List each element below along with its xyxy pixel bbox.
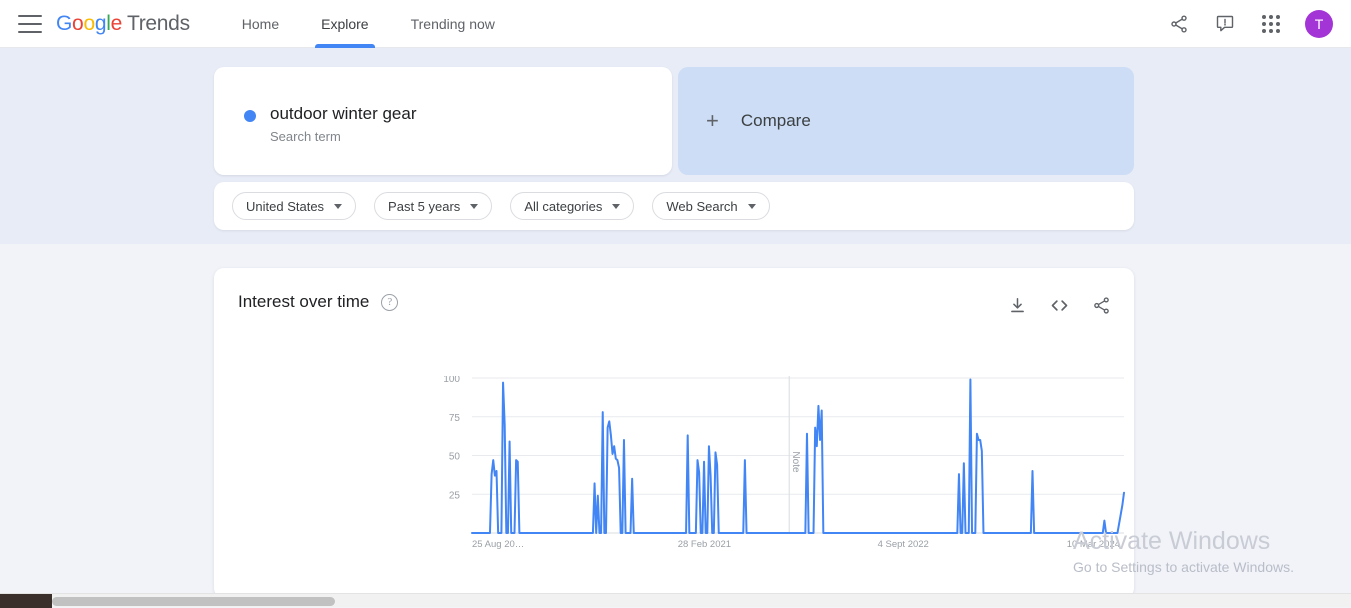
topbar-actions: T <box>1167 10 1351 38</box>
chevron-down-icon <box>612 204 620 209</box>
horizontal-scrollbar[interactable] <box>0 593 1351 607</box>
filter-location-label: United States <box>246 199 324 214</box>
interest-over-time-card: Interest over time ? 100 75 50 25 Note 25 Aug… <box>214 268 1134 598</box>
search-term-card[interactable]: outdoor winter gear Search term <box>214 67 672 175</box>
download-icon[interactable] <box>1006 294 1028 316</box>
filter-search-type-label: Web Search <box>666 199 737 214</box>
avatar-initial: T <box>1315 16 1324 32</box>
x-axis-tick-label: 28 Feb 2021 <box>678 539 731 550</box>
y-axis-tick-label: 50 <box>449 452 461 463</box>
plus-icon: + <box>706 110 719 132</box>
logo-letter-o1: o <box>72 12 83 36</box>
nav-item-trending-now-label: Trending now <box>411 16 495 32</box>
nav-item-explore[interactable]: Explore <box>311 0 378 48</box>
x-axis-tick-label: 25 Aug 20… <box>472 539 524 550</box>
filter-search-type[interactable]: Web Search <box>652 192 769 220</box>
scrollbar-thumb[interactable] <box>52 597 335 606</box>
logo-letter-o2: o <box>83 12 94 36</box>
filter-category-label: All categories <box>524 199 602 214</box>
search-term-content: outdoor winter gear Search term <box>244 103 416 144</box>
chevron-down-icon <box>334 204 342 209</box>
nav-item-trending-now[interactable]: Trending now <box>401 0 505 48</box>
logo-letter-g1: G <box>56 12 72 36</box>
interest-over-time-line-chart[interactable]: 100 75 50 25 Note 25 Aug 20… 28 Feb 2021 4 Sept… <box>214 376 1134 561</box>
filter-location[interactable]: United States <box>232 192 356 220</box>
nav-item-explore-label: Explore <box>321 16 368 32</box>
y-axis-tick-label: 25 <box>449 490 461 501</box>
search-term-type: Search term <box>270 129 416 144</box>
google-trends-logo[interactable]: Google Trends <box>56 12 190 36</box>
y-axis-tick-label: 75 <box>449 413 461 424</box>
filter-category[interactable]: All categories <box>510 192 634 220</box>
logo-letter-e: e <box>111 12 122 36</box>
chevron-down-icon <box>470 204 478 209</box>
logo-trends-word: Trends <box>127 12 190 36</box>
nav-item-home[interactable]: Home <box>232 0 289 48</box>
search-term-text: outdoor winter gear <box>270 103 416 125</box>
chart-actions <box>1006 294 1112 316</box>
chart-plot-area[interactable]: 100 75 50 25 Note 25 Aug 20… 28 Feb 2021 4 Sept… <box>214 376 1134 561</box>
x-axis-tick-label: 10 Mar 2024 <box>1067 539 1120 550</box>
filter-time-range-label: Past 5 years <box>388 199 460 214</box>
top-app-bar: Google Trends Home Explore Trending now <box>0 0 1351 48</box>
chart-title: Interest over time <box>238 292 369 312</box>
scrollbar-track-left <box>0 594 52 608</box>
filter-bar: United States Past 5 years All categorie… <box>214 182 1134 230</box>
chevron-down-icon <box>748 204 756 209</box>
hamburger-menu-icon[interactable] <box>18 15 42 33</box>
share-icon[interactable] <box>1167 12 1191 36</box>
annotation-label: Note <box>790 451 801 473</box>
logo-letter-g2: g <box>95 12 106 36</box>
main-navigation: Home Explore Trending now <box>232 0 527 48</box>
user-avatar[interactable]: T <box>1305 10 1333 38</box>
chart-header: Interest over time ? <box>238 292 398 312</box>
nav-item-home-label: Home <box>242 16 279 32</box>
apps-grid-icon[interactable] <box>1259 12 1283 36</box>
series-color-dot <box>244 110 256 122</box>
embed-icon[interactable] <box>1048 294 1070 316</box>
feedback-icon[interactable] <box>1213 12 1237 36</box>
compare-label: Compare <box>741 111 811 131</box>
x-axis-tick-label: 4 Sept 2022 <box>878 539 929 550</box>
share-icon[interactable] <box>1090 294 1112 316</box>
filter-time-range[interactable]: Past 5 years <box>374 192 492 220</box>
apps-grid-dots <box>1262 15 1280 33</box>
y-axis-tick-label: 100 <box>443 376 460 385</box>
help-icon[interactable]: ? <box>381 294 398 311</box>
compare-card[interactable]: + Compare <box>678 67 1134 175</box>
